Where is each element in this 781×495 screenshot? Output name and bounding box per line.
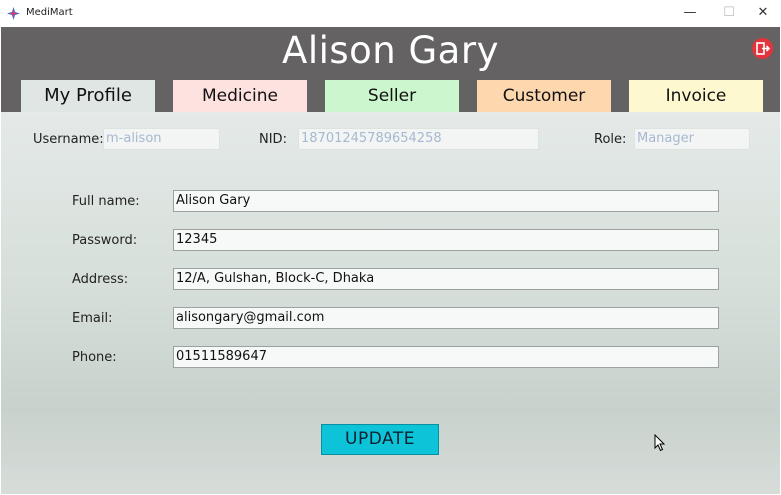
maximize-button[interactable]: ☐: [712, 3, 746, 23]
username-field: m-alison: [103, 128, 220, 150]
address-label: Address:: [72, 272, 129, 287]
nid-field: 18701245789654258: [298, 128, 539, 150]
fullname-label: Full name:: [72, 194, 140, 209]
address-input[interactable]: 12/A, Gulshan, Block-C, Dhaka: [173, 268, 719, 290]
minimize-button[interactable]: —: [673, 3, 707, 23]
tab-medicine[interactable]: Medicine: [173, 80, 307, 112]
fullname-input[interactable]: Alison Gary: [173, 190, 719, 212]
password-label: Password:: [72, 233, 138, 248]
phone-label: Phone:: [72, 350, 117, 365]
update-button[interactable]: UPDATE: [321, 424, 439, 455]
window-titlebar: MediMart — ☐ ✕: [0, 0, 781, 27]
tab-customer[interactable]: Customer: [477, 80, 611, 112]
user-name-title: Alison Gary: [282, 29, 499, 72]
phone-input[interactable]: 01511589647: [173, 346, 719, 368]
role-label: Role:: [594, 132, 627, 147]
password-input[interactable]: 12345: [173, 229, 719, 251]
mouse-cursor-icon: [654, 434, 666, 452]
email-input[interactable]: alisongary@gmail.com: [173, 307, 719, 329]
app-icon: [7, 7, 20, 20]
role-field: Manager: [634, 128, 750, 150]
logout-icon: [756, 42, 770, 55]
nid-label: NID:: [259, 132, 287, 147]
email-label: Email:: [72, 311, 113, 326]
tab-invoice[interactable]: Invoice: [629, 80, 763, 112]
main-window: Alison Gary My Profile Medicine Seller C…: [1, 27, 780, 494]
window-title: MediMart: [26, 7, 73, 18]
username-label: Username:: [33, 132, 104, 147]
tab-seller[interactable]: Seller: [325, 80, 459, 112]
close-button[interactable]: ✕: [746, 3, 780, 23]
logout-button[interactable]: [752, 38, 773, 59]
tab-my-profile[interactable]: My Profile: [21, 80, 155, 112]
